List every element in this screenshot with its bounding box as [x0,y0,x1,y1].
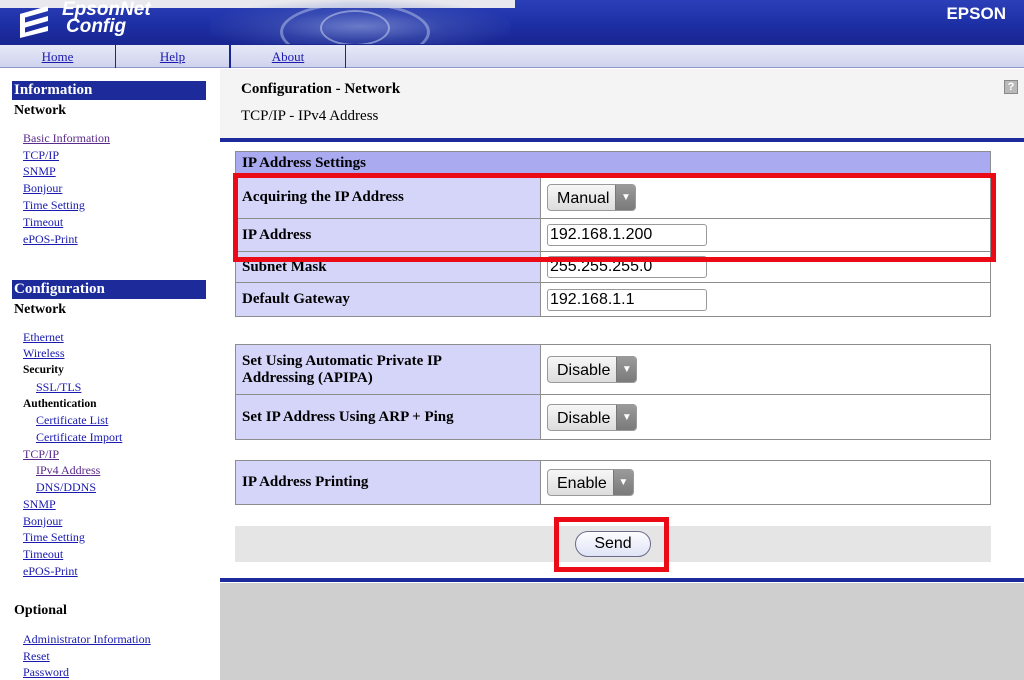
nav-about-link[interactable]: About [230,45,346,68]
arp-ping-label: Set IP Address Using ARP + Ping [235,394,541,440]
ip-printing-table: IP Address Printing Enable ▼ [235,460,991,505]
nav-help-link[interactable]: Help [116,45,230,68]
sidebar-link-basic-information[interactable]: Basic Information [23,132,110,145]
sidebar-link-ssl-tls[interactable]: SSL/TLS [36,381,81,394]
footer-area [220,583,1024,680]
ip-printing-select[interactable]: Enable ▼ [547,469,634,496]
help-icon[interactable]: ? [1004,80,1018,94]
sidebar-link-certificate-import[interactable]: Certificate Import [36,431,122,444]
sidebar-label-security: Security [23,364,64,376]
sidebar-information-heading: Information [12,81,206,100]
sidebar-link-info-epos-print[interactable]: ePOS-Print [23,233,78,246]
sidebar-link-info-bonjour[interactable]: Bonjour [23,182,62,195]
logo-line-2: Config [66,16,127,37]
apipa-label: Set Using Automatic Private IP Addressin… [235,344,541,395]
chevron-down-icon: ▼ [616,404,637,430]
ip-printing-cell: Enable ▼ [540,460,991,505]
main-content: Configuration - Network TCP/IP - IPv4 Ad… [220,69,1024,680]
sidebar-link-password[interactable]: Password [23,666,69,679]
chevron-down-icon: ▼ [616,357,637,382]
sidebar-link-config-time-setting[interactable]: Time Setting [23,531,85,544]
apipa-label-line-1: Set Using Automatic Private IP [242,352,442,369]
sidebar-link-info-snmp[interactable]: SNMP [23,165,56,178]
default-gateway-cell: 192.168.1.1 [540,282,991,317]
nav-home-link[interactable]: Home [0,45,116,68]
app-logo-text: EpsonNet Config [62,0,151,37]
highlight-box-send [554,517,669,572]
divider-top [220,138,1024,142]
apipa-select[interactable]: Disable ▼ [547,356,638,383]
sidebar-link-certificate-list[interactable]: Certificate List [36,414,108,427]
arp-ping-select[interactable]: Disable ▼ [547,403,638,431]
sidebar-link-config-tcpip[interactable]: TCP/IP [23,448,59,461]
epsonnet-logo-icon [20,6,48,38]
sidebar-link-config-timeout[interactable]: Timeout [23,548,63,561]
epson-brand-logo: EPSON [946,4,1006,23]
sidebar-link-ethernet[interactable]: Ethernet [23,331,64,344]
apipa-select-value: Disable [557,362,611,379]
arp-ping-cell: Disable ▼ [540,394,991,440]
sidebar-optional-heading: Optional [14,603,67,618]
sidebar-link-info-time-setting[interactable]: Time Setting [23,199,85,212]
page-title: Configuration - Network [241,81,401,97]
sidebar-link-reset[interactable]: Reset [23,650,50,663]
automatic-ip-table: Set Using Automatic Private IP Addressin… [235,344,991,440]
ip-printing-select-value: Enable [557,475,607,492]
sidebar-link-config-bonjour[interactable]: Bonjour [23,515,62,528]
sidebar-link-ipv4-address[interactable]: IPv4 Address [36,464,100,477]
sidebar-information-network: Network [14,103,67,118]
ip-printing-label: IP Address Printing [235,460,541,505]
sidebar-link-dns-ddns[interactable]: DNS/DDNS [36,481,96,494]
sidebar-label-authentication: Authentication [23,398,97,410]
section-header: IP Address Settings [235,151,991,176]
sidebar-configuration-heading: Configuration [12,280,206,299]
page-subtitle: TCP/IP - IPv4 Address [241,108,379,124]
sidebar: Information Network Basic Information TC… [0,69,218,680]
default-gateway-label: Default Gateway [235,282,541,317]
sidebar-link-wireless[interactable]: Wireless [23,347,65,360]
sidebar-link-info-tcpip[interactable]: TCP/IP [23,149,59,162]
top-navigation: Home Help About [0,44,1024,68]
apipa-cell: Disable ▼ [540,344,991,395]
banner-decoration [210,0,510,44]
apipa-label-line-2: Addressing (APIPA) [242,369,373,386]
sidebar-link-config-snmp[interactable]: SNMP [23,498,56,511]
chevron-down-icon: ▼ [612,470,633,495]
sidebar-configuration-network: Network [14,302,67,317]
default-gateway-input[interactable]: 192.168.1.1 [547,288,707,311]
arp-ping-select-value: Disable [557,409,611,427]
sidebar-link-config-epos-print[interactable]: ePOS-Print [23,565,78,578]
page-header: Configuration - Network TCP/IP - IPv4 Ad… [220,69,1024,141]
sidebar-link-administrator-information[interactable]: Administrator Information [23,633,151,646]
sidebar-link-info-timeout[interactable]: Timeout [23,216,63,229]
highlight-box-ip-settings [233,173,996,262]
divider-bottom [220,578,1024,582]
header-banner: EpsonNet Config EPSON [0,0,1024,44]
